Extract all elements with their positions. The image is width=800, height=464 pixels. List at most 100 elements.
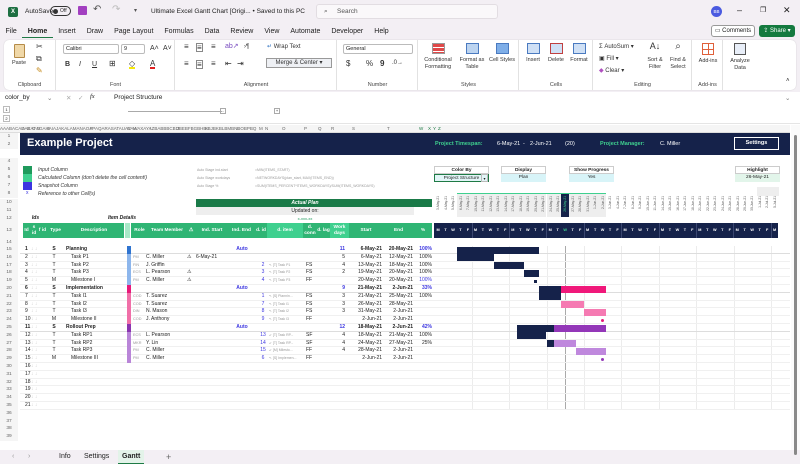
workdays[interactable]: 9 [331, 285, 345, 293]
team-member[interactable]: Y. Lin [146, 340, 184, 348]
settings-button[interactable]: Settings [734, 137, 779, 150]
table-row[interactable] [20, 386, 790, 395]
timeline-date[interactable]: 11-May-21 [480, 195, 487, 216]
start-date[interactable]: 2-Jun-21 [349, 355, 382, 363]
column-header[interactable]: W [419, 126, 423, 131]
timeline-date[interactable]: 16-Jun-21 [675, 195, 682, 216]
timeline-date[interactable]: 3-Jun-21 [607, 195, 614, 216]
item-description[interactable]: Task P1 [64, 254, 124, 262]
color-by-dropdown-icon[interactable]: ▾ [481, 174, 488, 182]
timeline-date[interactable]: 25-May-21 [555, 195, 562, 216]
number-format-select[interactable]: General [343, 44, 413, 54]
timeline-date[interactable]: 15-Jun-21 [667, 195, 674, 216]
timeline-date[interactable]: 22-Jun-21 [705, 195, 712, 216]
item-role[interactable]: ECS [133, 332, 147, 340]
table-row[interactable] [20, 402, 790, 410]
item-description[interactable]: Task I3 [64, 308, 124, 316]
dependency-item[interactable]: ↙ [T] Task RP... [269, 332, 303, 340]
item-type[interactable]: T [47, 347, 61, 355]
menu-tab-page-layout[interactable]: Page Layout [109, 26, 159, 38]
workdays[interactable]: 4 [331, 262, 345, 270]
row-header[interactable]: 16 [0, 253, 18, 262]
team-member[interactable]: L. Pearson [146, 269, 184, 277]
dependency-item[interactable]: ↖ [T] Task P2 [269, 269, 303, 277]
team-member[interactable]: N. Mason [146, 308, 184, 316]
row-header[interactable]: 6 [0, 174, 18, 182]
timeline-date[interactable]: 14-Jun-21 [660, 195, 667, 216]
item-type[interactable]: M [47, 316, 61, 324]
decrease-indent-icon[interactable]: ⇤ [225, 60, 232, 68]
format-as-table-button[interactable]: Format as Table [457, 43, 487, 71]
end-date[interactable]: 28-May-21 [383, 301, 413, 309]
end-date[interactable]: 2-Jun-21 [383, 355, 413, 363]
next-sheet-icon[interactable]: › [28, 453, 30, 460]
column-header[interactable]: M [259, 126, 263, 131]
row-header[interactable]: 18 [0, 269, 18, 278]
menu-tab-data[interactable]: Data [199, 26, 225, 38]
add-sheet-button[interactable]: + [166, 452, 171, 462]
row-header[interactable]: 1 [0, 133, 18, 141]
column-header-pct[interactable]: % [414, 223, 432, 238]
menu-tab-file[interactable]: File [0, 26, 22, 38]
item-type[interactable]: T [47, 301, 61, 309]
font-name-select[interactable]: Calibri [63, 44, 119, 54]
timeline-date[interactable]: 13-May-21 [495, 195, 502, 216]
end-date[interactable]: 18-May-21 [383, 262, 413, 270]
percent-complete[interactable]: 100% [414, 277, 432, 285]
menu-tab-help[interactable]: Help [369, 26, 394, 38]
dependency-item[interactable]: ↖ [T] Task P1 [269, 262, 303, 270]
row-header[interactable]: 37 [0, 417, 18, 426]
vertical-scrollbar[interactable] [791, 125, 800, 455]
column-header-dconn[interactable]: d. conn [303, 223, 317, 238]
timeline-date[interactable]: 24-May-21 [548, 195, 555, 216]
start-date[interactable]: 6-May-21 [349, 254, 382, 262]
timeline-date[interactable]: 10-Jun-21 [645, 195, 652, 216]
individual-start[interactable]: 6-May-21 [196, 254, 236, 262]
start-date[interactable]: 21-May-21 [349, 285, 382, 293]
cancel-icon[interactable]: ✕ [66, 94, 71, 102]
item-role[interactable]: MKR [133, 340, 147, 348]
workdays[interactable]: 11 [331, 246, 345, 254]
updated-on-date[interactable]: x-xxx-xx [196, 215, 414, 223]
end-date[interactable]: 20-May-21 [383, 246, 413, 254]
timeline-date[interactable]: 28-Jun-21 [735, 195, 742, 216]
borders-icon[interactable]: ⊞ [109, 60, 116, 68]
dependency-connection[interactable]: FF [306, 277, 318, 285]
percent-complete[interactable]: 33% [414, 285, 432, 293]
row-header[interactable]: 7 [0, 182, 18, 190]
item-description[interactable]: Task P2 [64, 262, 124, 270]
dependency-id[interactable]: 4 [258, 277, 268, 285]
align-right-icon[interactable]: ≡ [211, 60, 216, 68]
start-date[interactable]: 28-May-21 [349, 347, 382, 355]
item-role[interactable]: DIN [133, 308, 147, 316]
menu-tab-view[interactable]: View [259, 26, 285, 38]
dependency-id[interactable]: 1 [258, 293, 268, 301]
enter-icon[interactable]: ✓ [78, 94, 83, 102]
copy-icon[interactable]: ⧉ [36, 55, 42, 63]
item-description[interactable]: Milestone III [64, 355, 124, 363]
worksheet[interactable]: 1 2 - + A B C D E F G H I J K L M N O P Q R S T W X Y Z AAABACAD… [0, 104, 800, 455]
row-header[interactable]: 28 [0, 347, 18, 356]
timeline-date[interactable]: 7-Jun-21 [622, 195, 629, 216]
item-type[interactable]: S [47, 246, 61, 254]
row-header[interactable]: 8 [0, 190, 18, 198]
item-type[interactable]: S [47, 324, 61, 332]
row-header[interactable]: 27 [0, 339, 18, 348]
start-date[interactable]: 6-May-21 [349, 246, 382, 254]
dependency-connection[interactable]: FS [306, 308, 318, 316]
column-header[interactable]: Z [438, 126, 441, 131]
individual-start[interactable]: Auto [200, 246, 284, 254]
menu-tab-insert[interactable]: Insert [53, 26, 82, 38]
item-type[interactable]: T [47, 340, 61, 348]
table-row[interactable] [20, 379, 790, 387]
column-header-ind_end[interactable]: Ind. End [228, 223, 255, 238]
autosum-button[interactable]: Σ AutoSum ▾ [599, 44, 634, 51]
start-date[interactable]: 2-Jun-21 [349, 316, 382, 324]
cut-icon[interactable]: ✂ [36, 43, 43, 51]
column-header[interactable]: T [387, 126, 390, 131]
start-date[interactable]: 18-May-21 [349, 332, 382, 340]
column-header-sid[interactable]: s id [30, 223, 38, 238]
row-header[interactable]: 30 [0, 363, 18, 371]
item-role[interactable]: COD [133, 293, 147, 301]
row-header[interactable]: 39 [0, 433, 18, 442]
